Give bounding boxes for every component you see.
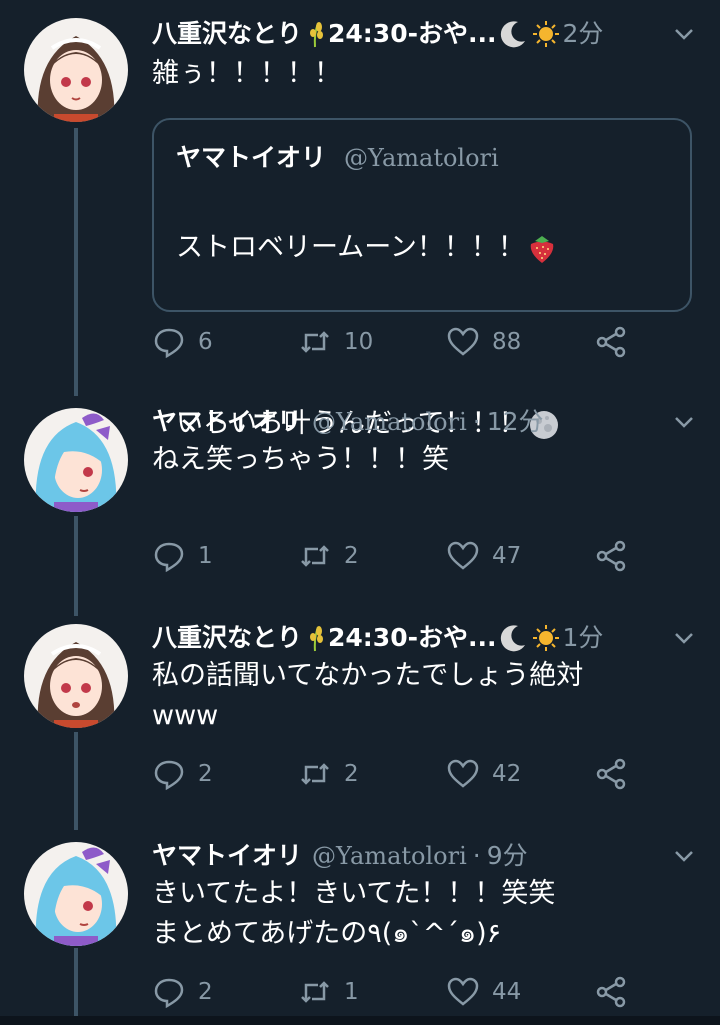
sun-icon [533,625,560,651]
retweet-button[interactable]: 2 [298,536,359,576]
retweet-count: 1 [344,979,359,1005]
like-count: 44 [492,979,522,1005]
tweet[interactable]: ヤマトイオリ @Yamatolori · 12分 ねえ笑っちゃう！！！笑 1 2… [0,402,720,602]
status-suffix: 24:30-おや... [328,19,497,48]
reply-button[interactable]: 2 [152,972,213,1012]
display-name[interactable]: ヤマトイオリ [152,836,302,876]
quoted-tweet[interactable]: ヤマトイオリ @Yamatolori ストロベリームーン！！！！ いろいろ叶うん… [152,118,692,439]
tweet-text: きいてたよ！きいてた！！！笑笑 まとめてあげたの٩(๑`^´๑)۶ [152,878,556,949]
tweet-text: 雑ぅ！！！！！ [152,58,341,89]
retweet-button[interactable]: 1 [298,972,359,1012]
display-name[interactable]: 八重沢なとり [152,14,302,54]
share-icon [596,976,626,1008]
like-icon [447,759,479,788]
tweet-actions: 6 10 88 [152,322,692,362]
quote-handle: @Yamatolori [343,144,499,172]
display-name[interactable]: ヤマトイオリ [152,402,302,442]
like-button[interactable]: 42 [446,754,521,794]
tweet[interactable]: 八重沢なとり 24:30-おや... 2分 雑ぅ！！！！！ ヤマトイオリ @Ya… [0,14,720,439]
share-button[interactable] [594,972,628,1012]
like-count: 88 [492,329,522,355]
like-icon [447,327,479,356]
chevron-down-icon[interactable] [670,624,698,652]
crescent-moon-icon [501,21,526,48]
tweet-actions: 1 2 47 [152,536,692,576]
share-button[interactable] [594,754,628,794]
share-button[interactable] [594,536,628,576]
tweet-time[interactable]: 12分 [487,402,544,442]
avatar-natori[interactable] [24,18,128,122]
separator-dot: · [472,841,481,870]
retweet-count: 2 [344,543,359,569]
reply-icon [154,978,184,1009]
reply-button[interactable]: 6 [152,322,213,362]
crescent-moon-icon [501,625,526,652]
share-button[interactable] [594,322,628,362]
share-icon [596,326,626,358]
retweet-icon [301,981,329,1003]
tweet-header: 八重沢なとり 24:30-おや... 2分 [152,14,603,54]
like-count: 42 [492,761,522,787]
reply-icon [154,542,184,573]
tweet-text: 私の話聞いてなかったでしょう絶対 www [152,660,584,731]
handle[interactable]: @Yamatolori [312,402,467,442]
reply-button[interactable]: 2 [152,754,213,794]
avatar-natori[interactable] [24,624,128,728]
rice-icon [310,626,324,652]
avatar-iori[interactable] [24,408,128,512]
quote-line-1: ストロベリームーン！！！！ [176,232,525,263]
quote-display-name: ヤマトイオリ [176,143,327,172]
avatar-iori[interactable] [24,842,128,946]
reply-count: 1 [198,543,213,569]
retweet-count: 2 [344,761,359,787]
like-button[interactable]: 47 [446,536,521,576]
tweet-time[interactable]: 9分 [487,836,528,876]
separator-dot: · [472,407,481,436]
like-button[interactable]: 44 [446,972,521,1012]
retweet-count: 10 [344,329,374,355]
chevron-down-icon[interactable] [670,842,698,870]
like-icon [447,977,479,1006]
handle[interactable]: @Yamatolori [312,836,467,876]
reply-count: 2 [198,979,213,1005]
reply-button[interactable]: 1 [152,536,213,576]
reply-count: 2 [198,761,213,787]
retweet-button[interactable]: 10 [298,322,373,362]
tweet-time[interactable]: 1分 [562,618,603,658]
reply-icon [154,760,184,791]
sun-icon [533,21,560,47]
tweet-header: ヤマトイオリ @Yamatolori · 12分 [152,402,544,442]
rice-icon [310,22,324,48]
status-suffix: 24:30-おや... [328,623,497,652]
reply-icon [154,328,184,359]
reply-count: 6 [198,329,213,355]
tweet-header: 八重沢なとり 24:30-おや... 1分 [152,618,603,658]
strawberry-icon [530,235,554,263]
chevron-down-icon[interactable] [670,408,698,436]
like-count: 47 [492,543,522,569]
retweet-icon [301,331,329,353]
retweet-button[interactable]: 2 [298,754,359,794]
like-icon [447,541,479,570]
tweet-actions: 2 1 44 [152,972,692,1012]
display-name[interactable]: 八重沢なとり [152,618,302,658]
retweet-icon [301,763,329,785]
bottom-edge [0,1016,720,1025]
share-icon [596,540,626,572]
tweet-time[interactable]: 2分 [562,14,603,54]
tweet-actions: 2 2 42 [152,754,692,794]
share-icon [596,758,626,790]
tweet[interactable]: 八重沢なとり 24:30-おや... 1分 私の話聞いてなかったでしょう絶対 w… [0,618,720,818]
chevron-down-icon[interactable] [670,20,698,48]
retweet-icon [301,545,329,567]
tweet[interactable]: ヤマトイオリ @Yamatolori · 9分 きいてたよ！きいてた！！！笑笑 … [0,836,720,1016]
tweet-header: ヤマトイオリ @Yamatolori · 9分 [152,836,528,876]
like-button[interactable]: 88 [446,322,521,362]
tweet-text: ねえ笑っちゃう！！！笑 [152,444,449,475]
